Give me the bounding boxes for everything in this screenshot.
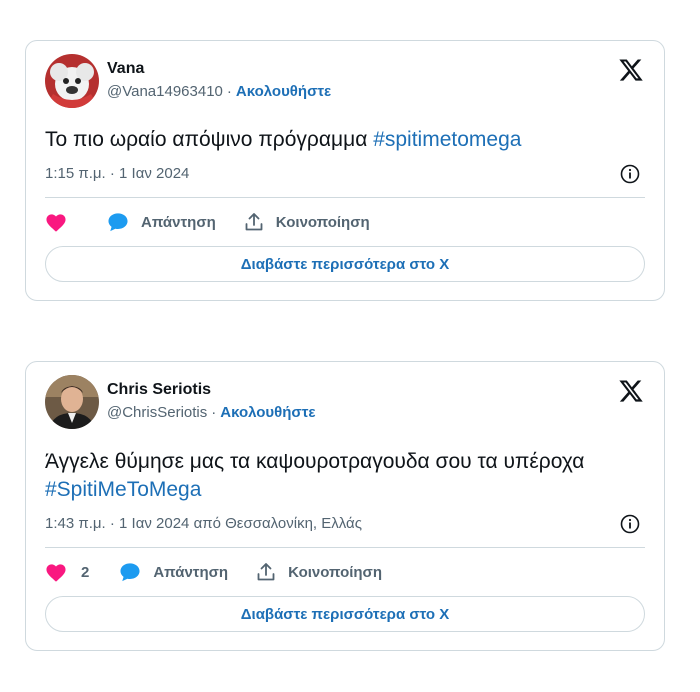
author-handle[interactable]: @Vana14963410: [107, 83, 223, 100]
share-button[interactable]: Κοινοποίηση: [256, 562, 382, 582]
avatar[interactable]: [45, 375, 99, 429]
like-button[interactable]: 2: [45, 562, 89, 582]
reply-button[interactable]: Απάντηση: [119, 562, 228, 582]
avatar[interactable]: [45, 54, 99, 108]
tweet-timestamp[interactable]: 1:43 π.μ. · 1 Ιαν 2024 από Θεσσαλονίκη, …: [45, 515, 362, 532]
author-name[interactable]: Chris Seriotis: [107, 380, 316, 400]
separator: ·: [211, 404, 217, 421]
like-button[interactable]: [45, 212, 67, 232]
x-logo-icon[interactable]: [618, 57, 644, 83]
heart-icon: [46, 564, 66, 582]
tweet-header: Vana @Vana14963410 · Ακολουθήστε: [45, 52, 331, 110]
follow-link[interactable]: Ακολουθήστε: [236, 83, 331, 100]
heart-icon: [46, 214, 66, 232]
author-name[interactable]: Vana: [107, 59, 331, 79]
x-logo-icon[interactable]: [618, 378, 644, 404]
info-icon[interactable]: [620, 514, 640, 534]
divider: [45, 197, 645, 198]
follow-link[interactable]: Ακολουθήστε: [220, 404, 315, 421]
tweet-header: Chris Seriotis @ChrisSeriotis · Ακολουθήστ…: [45, 373, 316, 431]
share-label: Κοινοποίηση: [288, 563, 382, 581]
share-icon: [257, 563, 275, 581]
reply-button[interactable]: Απάντηση: [107, 212, 216, 232]
info-icon[interactable]: [620, 164, 640, 184]
reply-label: Απάντηση: [153, 563, 229, 581]
hashtag-link[interactable]: #spitimetomega: [373, 128, 521, 151]
read-more-button[interactable]: Διαβάστε περισσότερα στο X: [45, 596, 645, 632]
tweet-timestamp[interactable]: 1:15 π.μ. · 1 Ιαν 2024: [45, 165, 189, 182]
tweet-body: Άγγελε θύμησε μας τα καψουροτραγουδα σου…: [45, 450, 585, 473]
reply-label: Απάντηση: [141, 213, 216, 231]
share-label: Κοινοποίηση: [275, 213, 370, 231]
hashtag-link[interactable]: #SpitiMeToMega: [45, 478, 201, 501]
tweet-body: Το πιο ωραίο απόψινο πρόγραμμα: [45, 128, 374, 151]
tweet-card: Vana @Vana14963410 · Ακολουθήστε Το πιο ωρ…: [25, 40, 665, 301]
tweet-text: Το πιο ωραίο απόψινο πρόγραμμα #spitimet…: [45, 126, 640, 154]
tweet-card: Chris Seriotis @ChrisSeriotis · Ακολουθήστ…: [25, 361, 665, 651]
tweet-text: Άγγελε θύμησε μας τα καψουροτραγουδα σου…: [45, 448, 640, 504]
author-handle[interactable]: @ChrisSeriotis: [107, 404, 207, 421]
divider: [45, 547, 645, 548]
action-bar: Απάντηση Κοινοποίηση: [45, 210, 645, 234]
read-more-button[interactable]: Διαβάστε περισσότερα στο X: [45, 246, 645, 282]
action-bar: 2 Απάντηση Κοινοποίηση: [45, 560, 645, 584]
reply-bubble-icon: [108, 213, 128, 232]
reply-bubble-icon: [120, 563, 140, 582]
share-icon: [245, 213, 263, 231]
share-button[interactable]: Κοινοποίηση: [244, 212, 370, 232]
separator: ·: [226, 83, 232, 100]
like-count: 2: [81, 563, 90, 581]
